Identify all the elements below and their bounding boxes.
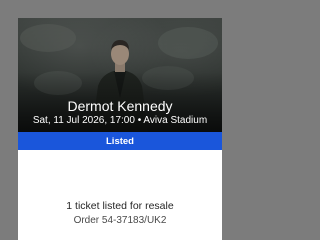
status-badge: Listed bbox=[18, 132, 222, 150]
ticket-card[interactable]: Dermot Kennedy Sat, 11 Jul 2026, 17:00 •… bbox=[18, 18, 222, 240]
resale-status-text: 1 ticket listed for resale bbox=[66, 200, 174, 212]
order-number: Order 54-37183/UK2 bbox=[73, 215, 167, 226]
event-details: Sat, 11 Jul 2026, 17:00 • Aviva Stadium bbox=[32, 115, 208, 126]
artist-name: Dermot Kennedy bbox=[67, 98, 173, 114]
